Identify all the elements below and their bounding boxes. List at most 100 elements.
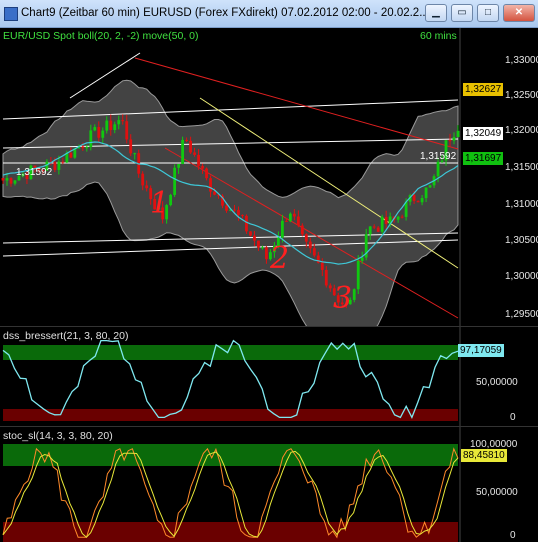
candle-body xyxy=(97,127,101,138)
candle-body xyxy=(308,241,312,249)
oversold-zone xyxy=(3,522,458,542)
annotation-number: 2 xyxy=(269,241,289,276)
candle-body xyxy=(141,173,145,186)
candle-body xyxy=(69,152,73,158)
dss-pane[interactable]: dss_bressert(21, 3, 80, 20) 50,00000 0 9… xyxy=(0,326,538,427)
y-tick-label: 1,30000 xyxy=(505,271,538,282)
upper-line-marker: 1,32049 xyxy=(463,127,504,140)
candle-body xyxy=(261,247,264,249)
price-pane-label: EUR/USD Spot boll(20, 2, -2) move(50, 0) xyxy=(3,30,199,42)
price-chart[interactable]: 1 2 3 xyxy=(0,28,538,326)
dss-value-marker: 97,17059 xyxy=(458,344,504,357)
y-tick-label: 1,31500 xyxy=(505,162,538,173)
candle-body xyxy=(436,161,440,177)
candle-body xyxy=(324,269,328,286)
candle-body xyxy=(117,120,121,125)
candle-body xyxy=(396,216,400,220)
candle-body xyxy=(380,216,384,232)
candle-body xyxy=(420,198,424,203)
candle-body xyxy=(85,147,89,149)
stoch-pane-label: stoc_sl(14, 3, 3, 80, 20) xyxy=(3,430,113,442)
minimize-button[interactable]: ▁ xyxy=(425,4,447,22)
maximize-button[interactable]: □ xyxy=(477,4,499,22)
annotation-number: 3 xyxy=(333,281,352,316)
dss-chart[interactable] xyxy=(0,327,538,427)
candle-body xyxy=(125,121,129,140)
candle-body xyxy=(312,248,316,256)
candle-body xyxy=(448,140,452,142)
oversold-zone xyxy=(3,409,458,421)
y-tick-label: 1,32500 xyxy=(505,90,538,101)
mid-line-marker: 1,31697 xyxy=(463,152,504,165)
candle-body xyxy=(352,289,356,300)
candle-body xyxy=(133,153,137,155)
candle-body xyxy=(109,120,113,131)
candle-body xyxy=(213,191,216,195)
dss-tick-0: 0 xyxy=(510,412,516,423)
y-tick-label: 1,31000 xyxy=(505,199,538,210)
title-bar: Chart9 (Zeitbar 60 min) EURUSD (Forex FX… xyxy=(0,0,538,28)
left-support-label: 1,31592 xyxy=(16,167,53,178)
candle-body xyxy=(296,216,300,226)
candle-body xyxy=(129,139,133,154)
candle-body xyxy=(9,178,13,184)
restore-button[interactable]: ▭ xyxy=(451,4,473,22)
y-tick-label: 1,33000 xyxy=(505,55,538,66)
candle-body xyxy=(101,130,105,138)
y-tick-label: 1,30500 xyxy=(505,235,538,246)
candle-body xyxy=(189,140,192,153)
y-tick-label: 1,32000 xyxy=(505,125,538,136)
candle-body xyxy=(1,177,5,181)
candle-body xyxy=(372,226,376,228)
dss-pane-label: dss_bressert(21, 3, 80, 20) xyxy=(3,330,129,342)
candle-body xyxy=(89,130,93,148)
stoch-chart[interactable] xyxy=(0,427,538,542)
candle-body xyxy=(304,234,308,242)
candle-body xyxy=(113,124,117,131)
candle-body xyxy=(209,178,212,192)
candle-body xyxy=(61,161,65,163)
annotation-number: 1 xyxy=(150,186,169,221)
candle-body xyxy=(384,216,388,224)
candle-body xyxy=(428,185,432,188)
price-pane[interactable]: 1 2 3 EUR/USD Spot boll(20, 2, -2) move(50… xyxy=(0,28,538,326)
candle-body xyxy=(193,152,196,155)
candle-body xyxy=(5,178,9,181)
candle-body xyxy=(57,161,61,170)
candle-body xyxy=(412,195,416,201)
candle-body xyxy=(368,226,372,235)
app-icon xyxy=(4,7,18,21)
candle-body xyxy=(173,167,177,195)
stoch-value-marker: 88,45810 xyxy=(461,449,507,462)
candle-body xyxy=(265,247,268,260)
candle-body xyxy=(145,185,149,189)
candle-body xyxy=(13,180,17,184)
candle-body xyxy=(376,227,380,232)
candle-body xyxy=(249,231,252,236)
candle-body xyxy=(300,225,304,235)
candle-body xyxy=(288,213,292,222)
candle-body xyxy=(257,240,260,248)
y-tick-label: 1,29500 xyxy=(505,309,538,320)
support-label: 1,31592 xyxy=(420,151,457,162)
window-title: Chart9 (Zeitbar 60 min) EURUSD (Forex FX… xyxy=(21,7,429,19)
candle-body xyxy=(197,154,200,166)
bollinger-band xyxy=(2,79,459,326)
candle-body xyxy=(284,220,288,222)
candle-body xyxy=(185,139,188,141)
stoch-tick-0: 0 xyxy=(510,530,516,541)
candle-body xyxy=(121,120,125,122)
candle-body xyxy=(225,205,228,211)
candle-body xyxy=(356,260,360,290)
candle-body xyxy=(280,220,284,238)
candle-body xyxy=(400,216,404,218)
stoch-pane[interactable]: stoc_sl(14, 3, 3, 80, 20) 100,00000 50,0… xyxy=(0,426,538,542)
timeframe-label: 60 mins xyxy=(420,30,457,42)
candle-body xyxy=(81,146,85,149)
candle-body xyxy=(424,187,428,199)
candle-body xyxy=(201,165,204,169)
close-button[interactable]: ✕ xyxy=(503,4,535,22)
candle-body xyxy=(105,120,109,131)
candle-body xyxy=(328,285,332,289)
candle-body xyxy=(169,194,173,206)
